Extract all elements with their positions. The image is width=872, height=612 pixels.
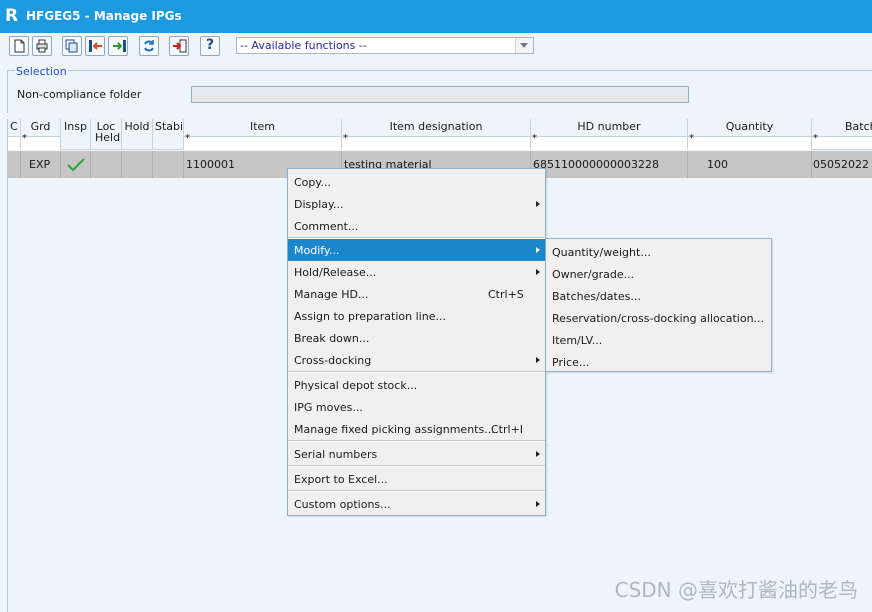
column-filter[interactable]: * xyxy=(812,133,872,149)
column-filter[interactable] xyxy=(8,136,20,150)
column-filter[interactable]: * xyxy=(21,133,60,150)
app-logo: R xyxy=(5,6,19,26)
submenu-arrow-icon xyxy=(536,201,540,207)
column-filter[interactable]: * xyxy=(531,133,687,150)
submenu-arrow-icon xyxy=(536,269,540,275)
refresh-button[interactable] xyxy=(139,36,159,56)
exit-button[interactable] xyxy=(169,36,189,56)
menu-item-modify[interactable]: Modify... xyxy=(288,239,545,261)
menu-item-copy[interactable]: Copy... xyxy=(288,171,545,193)
cell-insp xyxy=(61,151,91,178)
submenu-item-item-lv[interactable]: Item/LV... xyxy=(546,329,771,351)
cell-grd: EXP xyxy=(21,151,61,178)
menu-item-export-excel[interactable]: Export to Excel... xyxy=(288,468,545,490)
window-title: HFGEG5 - Manage IPGs xyxy=(26,9,182,23)
submenu-arrow-icon xyxy=(536,247,540,253)
menu-item-manage-fixed-picking[interactable]: Manage fixed picking assignments... Ctrl+… xyxy=(288,418,545,440)
menu-item-hold-release[interactable]: Hold/Release... xyxy=(288,261,545,283)
column-header-c[interactable]: C xyxy=(8,119,21,150)
submenu-item-owner-grade[interactable]: Owner/grade... xyxy=(546,263,771,285)
cell-loc-held xyxy=(91,151,122,178)
export-button[interactable] xyxy=(108,36,128,56)
menu-item-assign-preparation-line[interactable]: Assign to preparation line... xyxy=(288,305,545,327)
modify-submenu: Quantity/weight... Owner/grade... Batche… xyxy=(545,238,772,372)
non-compliance-folder-field[interactable] xyxy=(191,86,689,103)
new-button[interactable] xyxy=(9,36,29,56)
column-header-hd-number[interactable]: HD number * xyxy=(531,119,688,150)
submenu-arrow-icon xyxy=(536,501,540,507)
column-header-batch[interactable]: Batch * xyxy=(812,119,872,150)
help-icon: ? xyxy=(206,37,215,53)
print-button[interactable] xyxy=(32,36,52,56)
cell-quantity: 100 xyxy=(688,151,812,178)
cell-c xyxy=(8,151,21,178)
submenu-item-reservation-allocation[interactable]: Reservation/cross-docking allocation... xyxy=(546,307,771,329)
submenu-item-price[interactable]: Price... xyxy=(546,351,771,373)
column-header-insp[interactable]: Insp xyxy=(61,119,91,150)
column-filter[interactable]: * xyxy=(688,133,811,150)
cell-hd-number: 685110000000003228 xyxy=(531,151,688,178)
submenu-item-quantity-weight[interactable]: Quantity/weight... xyxy=(546,241,771,263)
menu-separator xyxy=(288,440,545,442)
column-header-item-designation[interactable]: Item designation * xyxy=(342,119,531,150)
menu-item-comment[interactable]: Comment... xyxy=(288,215,545,237)
import-button[interactable] xyxy=(85,36,105,56)
menu-separator xyxy=(288,490,545,492)
non-compliance-folder-label: Non-compliance folder xyxy=(17,88,142,101)
menu-separator xyxy=(288,371,545,373)
chevron-down-icon[interactable] xyxy=(515,38,533,53)
print-icon xyxy=(36,39,48,53)
cell-stability xyxy=(153,151,184,178)
submenu-arrow-icon xyxy=(536,357,540,363)
available-functions-value: -- Available functions -- xyxy=(240,39,367,52)
column-filter[interactable]: * xyxy=(184,133,341,150)
column-header-grd[interactable]: Grd * xyxy=(21,119,61,150)
title-bar: R HFGEG5 - Manage IPGs xyxy=(0,0,872,33)
help-button[interactable]: ? xyxy=(200,36,220,56)
menu-item-custom-options[interactable]: Custom options... xyxy=(288,493,545,515)
column-filter[interactable]: * xyxy=(342,133,530,150)
export-icon xyxy=(113,40,126,52)
submenu-item-batches-dates[interactable]: Batches/dates... xyxy=(546,285,771,307)
exit-icon xyxy=(173,39,187,53)
menu-item-physical-depot-stock[interactable]: Physical depot stock... xyxy=(288,374,545,396)
cell-hold xyxy=(122,151,153,178)
menu-item-ipg-moves[interactable]: IPG moves... xyxy=(288,396,545,418)
copy-button[interactable] xyxy=(62,36,82,56)
menu-separator xyxy=(288,465,545,467)
available-functions-select[interactable]: -- Available functions -- xyxy=(236,37,534,54)
menu-item-display[interactable]: Display... xyxy=(288,193,545,215)
new-icon xyxy=(14,39,25,53)
submenu-arrow-icon xyxy=(536,451,540,457)
column-header-loc-held[interactable]: Loc Held xyxy=(91,119,122,150)
menu-item-manage-hd[interactable]: Manage HD... Ctrl+S xyxy=(288,283,545,305)
menu-item-serial-numbers[interactable]: Serial numbers xyxy=(288,443,545,465)
column-header-quantity[interactable]: Quantity * xyxy=(688,119,812,150)
check-icon xyxy=(67,158,85,172)
column-header-stability[interactable]: Stabili xyxy=(153,119,184,150)
refresh-icon xyxy=(144,40,154,52)
copy-icon xyxy=(65,39,78,53)
column-header-hold[interactable]: Hold xyxy=(122,119,153,150)
context-menu: Copy... Display... Comment... Modify... … xyxy=(287,168,546,516)
watermark: CSDN @喜欢打酱油的老鸟 xyxy=(614,578,858,602)
selection-legend: Selection xyxy=(15,65,68,78)
cell-batch: 05052022 xyxy=(813,158,869,171)
column-header-item[interactable]: Item * xyxy=(184,119,342,150)
import-icon xyxy=(89,40,102,52)
menu-item-break-down[interactable]: Break down... xyxy=(288,327,545,349)
menu-item-cross-docking[interactable]: Cross-docking xyxy=(288,349,545,371)
